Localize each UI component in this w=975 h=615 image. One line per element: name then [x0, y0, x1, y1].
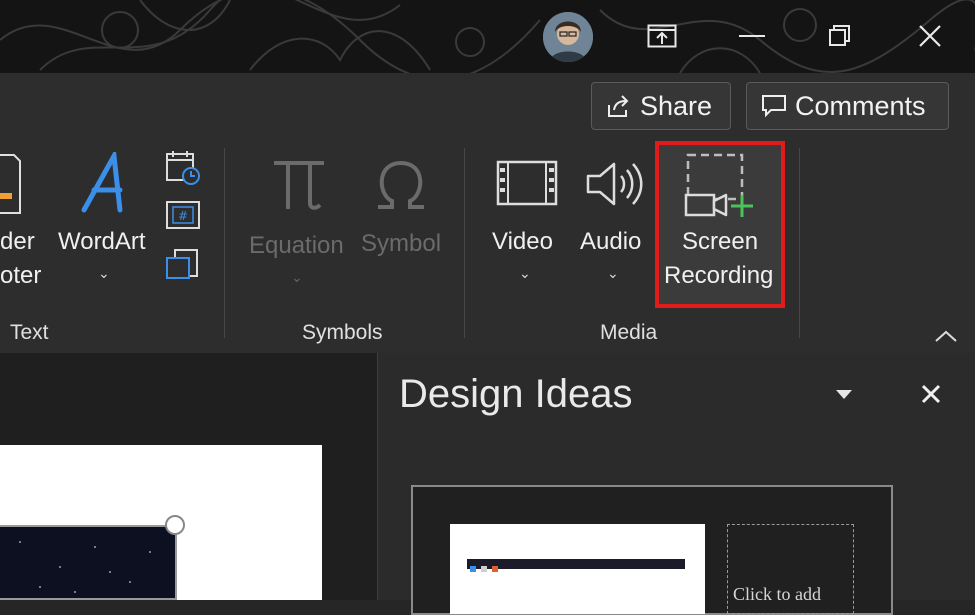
object-icon[interactable]	[165, 248, 201, 282]
close-pane-icon[interactable]	[920, 383, 942, 405]
text-group-label: Text	[10, 321, 49, 344]
wordart-label[interactable]: WordArt	[58, 228, 146, 256]
close-window-button[interactable]	[905, 12, 955, 60]
header-footer-label-2[interactable]: oter	[0, 262, 41, 290]
comments-label: Comments	[795, 90, 926, 121]
video-label[interactable]: Video	[492, 228, 553, 256]
restore-button[interactable]	[815, 12, 865, 60]
audio-label[interactable]: Audio	[580, 228, 641, 256]
design-ideas-title: Design Ideas	[399, 372, 633, 416]
minimize-button[interactable]	[727, 12, 777, 60]
present-icon	[647, 24, 677, 48]
media-group-label: Media	[600, 321, 658, 344]
screen-recording-highlight	[655, 141, 785, 308]
equation-pi-icon	[274, 161, 324, 210]
audio-chevron-down-icon[interactable]: ⌄	[607, 266, 619, 282]
symbol-label: Symbol	[361, 230, 442, 257]
symbol-omega-icon	[378, 160, 424, 209]
group-separator	[464, 148, 465, 338]
header-footer-label-1[interactable]: der	[0, 228, 35, 256]
video-chevron-down-icon[interactable]: ⌄	[519, 266, 531, 282]
wordart-icon[interactable]	[80, 152, 136, 214]
pane-options-dropdown-icon[interactable]	[834, 388, 854, 400]
restore-icon	[829, 25, 850, 46]
star-field-image	[19, 541, 151, 593]
slide-image[interactable]	[0, 525, 177, 600]
rotation-handle[interactable]	[165, 515, 185, 535]
collapse-ribbon-chevron-up-icon[interactable]	[934, 329, 958, 343]
audio-speaker-icon[interactable]	[584, 158, 644, 210]
svg-text:#: #	[178, 209, 188, 223]
thumbnail-placeholder-text: Click to add	[733, 584, 821, 604]
thumbnail-screenshot-bar	[467, 559, 685, 572]
slide-number-icon[interactable]: #	[165, 200, 201, 230]
equation-label: Equation	[249, 232, 344, 259]
close-icon	[919, 25, 941, 47]
header-footer-icon	[0, 154, 21, 214]
avatar-icon	[543, 12, 593, 62]
group-separator	[224, 148, 225, 338]
date-time-icon[interactable]	[165, 150, 201, 186]
user-avatar[interactable]	[543, 12, 593, 62]
minimize-icon	[739, 35, 765, 37]
thumbnail-taskbar-icons	[470, 566, 498, 572]
equation-chevron-down-icon: ⌄	[291, 270, 303, 286]
comment-icon	[762, 95, 786, 118]
share-label: Share	[640, 90, 713, 121]
symbols-group-label: Symbols	[302, 321, 383, 344]
share-icon	[608, 95, 629, 117]
group-separator	[799, 148, 800, 338]
comments-button[interactable]: Comments	[746, 82, 949, 130]
title-bar	[0, 0, 975, 73]
video-icon[interactable]	[496, 160, 558, 206]
share-button[interactable]: Share	[591, 82, 731, 130]
wordart-chevron-down-icon[interactable]: ⌄	[98, 266, 110, 282]
present-button[interactable]	[637, 12, 687, 60]
